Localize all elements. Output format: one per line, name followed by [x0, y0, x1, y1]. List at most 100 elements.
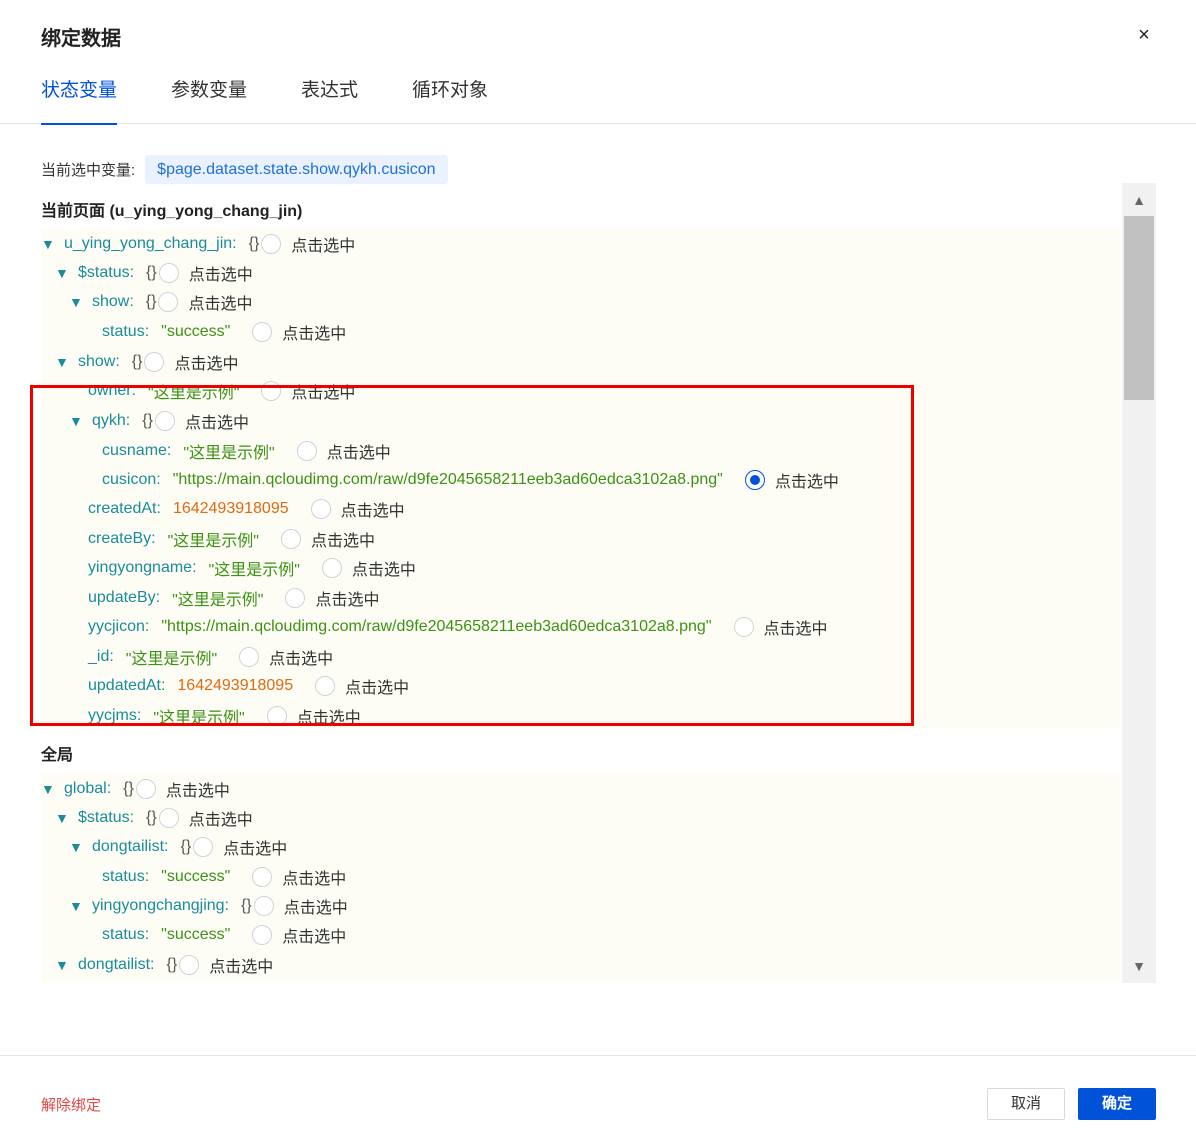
scroll-down-icon[interactable]: ▼ [1122, 949, 1156, 983]
radio-button[interactable] [315, 676, 336, 696]
caret-down-icon[interactable]: ▼ [41, 781, 56, 797]
unbind-button[interactable]: 解除绑定 [41, 1094, 101, 1115]
scrollbar-thumb[interactable] [1124, 216, 1154, 400]
radio-button[interactable] [253, 896, 274, 916]
click-to-select-label[interactable]: 点击选中 [189, 806, 253, 830]
click-to-select-label[interactable]: 点击选中 [185, 409, 249, 433]
click-to-select-label[interactable]: 点击选中 [775, 468, 839, 492]
tree-scrollbar[interactable]: ▲ ▼ [1122, 183, 1156, 983]
tree-row: ▼ u_ying_yong_chang_jin: {} 点击选中 [41, 229, 355, 259]
click-to-select-label[interactable]: 点击选中 [282, 923, 346, 947]
tree-key: _id: [88, 648, 114, 665]
click-to-select-label[interactable]: 点击选中 [269, 645, 333, 669]
caret-down-icon[interactable]: ▼ [69, 294, 84, 310]
radio-button[interactable] [261, 234, 282, 254]
radio-button[interactable] [280, 529, 301, 549]
radio-button[interactable] [285, 588, 306, 608]
radio-button[interactable] [252, 867, 273, 887]
object-brace: {} [166, 956, 178, 973]
tree-row: ▼ $status: {} 点击选中 [55, 258, 253, 288]
object-brace: {} [123, 780, 134, 797]
object-brace: {} [131, 353, 143, 370]
radio-button[interactable] [154, 411, 175, 431]
tree-row: status: "success" 点击选中 [102, 920, 346, 950]
click-to-select-label[interactable]: 点击选中 [209, 953, 273, 977]
page-variable-tree[interactable]: ▼ u_ying_yong_chang_jin: {} 点击选中 ▼ $status: {}… [41, 228, 1120, 728]
tree-key: status: [102, 868, 150, 885]
tree-value-string: "success" [161, 323, 231, 340]
tree-key: $status: [78, 264, 135, 281]
caret-down-icon[interactable]: ▼ [69, 898, 84, 914]
click-to-select-label[interactable]: 点击选中 [166, 777, 230, 801]
dialog-footer: 解除绑定 取消 确定 [0, 1055, 1196, 1148]
radio-button[interactable] [158, 808, 179, 828]
click-to-select-label[interactable]: 点击选中 [223, 835, 287, 859]
radio-button[interactable] [733, 617, 754, 637]
click-to-select-label[interactable]: 点击选中 [311, 527, 375, 551]
tree-key: dongtailist: [78, 956, 155, 973]
tree-row: ▼ show: {} 点击选中 [55, 347, 239, 377]
tab-param-variables[interactable]: 参数变量 [171, 76, 247, 124]
object-brace: {} [145, 293, 157, 310]
click-to-select-label[interactable]: 点击选中 [315, 586, 379, 610]
tab-expression[interactable]: 表达式 [301, 76, 358, 124]
tab-loop-object[interactable]: 循环对象 [412, 76, 488, 124]
click-to-select-label[interactable]: 点击选中 [189, 261, 253, 285]
click-to-select-label[interactable]: 点击选中 [291, 232, 355, 256]
click-to-select-label[interactable]: 点击选中 [291, 379, 355, 403]
radio-button[interactable] [261, 381, 282, 401]
radio-button[interactable] [144, 352, 165, 372]
click-to-select-label[interactable]: 点击选中 [282, 865, 346, 889]
click-to-select-label[interactable]: 点击选中 [282, 320, 346, 344]
tree-row: cusname: "这里是示例" 点击选中 [102, 436, 391, 466]
current-selection-label: 当前选中变量: [41, 161, 136, 179]
radio-button[interactable] [135, 779, 156, 799]
radio-button[interactable] [239, 647, 260, 667]
radio-button[interactable] [321, 558, 342, 578]
click-to-select-label[interactable]: 点击选中 [174, 350, 238, 374]
click-to-select-label[interactable]: 点击选中 [327, 439, 391, 463]
click-to-select-label[interactable]: 点击选中 [297, 704, 361, 728]
object-brace: {} [241, 897, 252, 914]
radio-button[interactable] [158, 263, 179, 283]
radio-selected[interactable] [744, 470, 765, 490]
tree-row: createdAt: 1642493918095 点击选中 [88, 494, 405, 524]
tree-key: qykh: [92, 412, 131, 429]
radio-button[interactable] [296, 441, 317, 461]
radio-button[interactable] [252, 925, 273, 945]
click-to-select-label[interactable]: 点击选中 [352, 556, 416, 580]
caret-down-icon[interactable]: ▼ [55, 810, 70, 826]
tree-row: createBy: "这里是示例" 点击选中 [88, 524, 375, 554]
tree-row: ▼ show: {} 点击选中 [69, 287, 253, 317]
click-to-select-label[interactable]: 点击选中 [284, 894, 348, 918]
tree-row: yycjicon: "https://main.qcloudimg.com/raw… [88, 612, 828, 642]
tree-value-string: "这里是示例" [153, 710, 245, 727]
confirm-button[interactable]: 确定 [1078, 1088, 1156, 1120]
caret-down-icon[interactable]: ▼ [69, 839, 84, 855]
caret-down-icon[interactable]: ▼ [69, 413, 84, 429]
click-to-select-label[interactable]: 点击选中 [764, 615, 828, 639]
tab-state-variables[interactable]: 状态变量 [41, 76, 118, 125]
scroll-up-icon[interactable]: ▲ [1122, 183, 1156, 217]
radio-button[interactable] [158, 292, 179, 312]
caret-down-icon[interactable]: ▼ [55, 265, 70, 281]
radio-button[interactable] [252, 322, 273, 342]
object-brace: {} [146, 264, 157, 281]
tree-row: ▼ $status: {} 点击选中 [55, 803, 253, 833]
radio-button[interactable] [266, 706, 287, 726]
object-brace: {} [248, 235, 260, 252]
cancel-button[interactable]: 取消 [987, 1088, 1065, 1120]
radio-button[interactable] [310, 499, 331, 519]
caret-down-icon[interactable]: ▼ [55, 957, 70, 973]
radio-button[interactable] [193, 837, 214, 857]
click-to-select-label[interactable]: 点击选中 [345, 674, 409, 698]
caret-down-icon[interactable]: ▼ [41, 236, 56, 252]
close-icon[interactable]: × [1133, 24, 1155, 46]
click-to-select-label[interactable]: 点击选中 [188, 290, 252, 314]
global-variable-tree[interactable]: ▼ global: {} 点击选中 ▼ $status: {} 点击选中 ▼ dongtailis… [41, 773, 1120, 983]
tree-value-string: "https://main.qcloudimg.com/raw/d9fe2045… [172, 471, 723, 488]
tree-key: show: [92, 293, 134, 310]
click-to-select-label[interactable]: 点击选中 [341, 497, 405, 521]
caret-down-icon[interactable]: ▼ [55, 354, 70, 370]
radio-button[interactable] [179, 955, 200, 975]
